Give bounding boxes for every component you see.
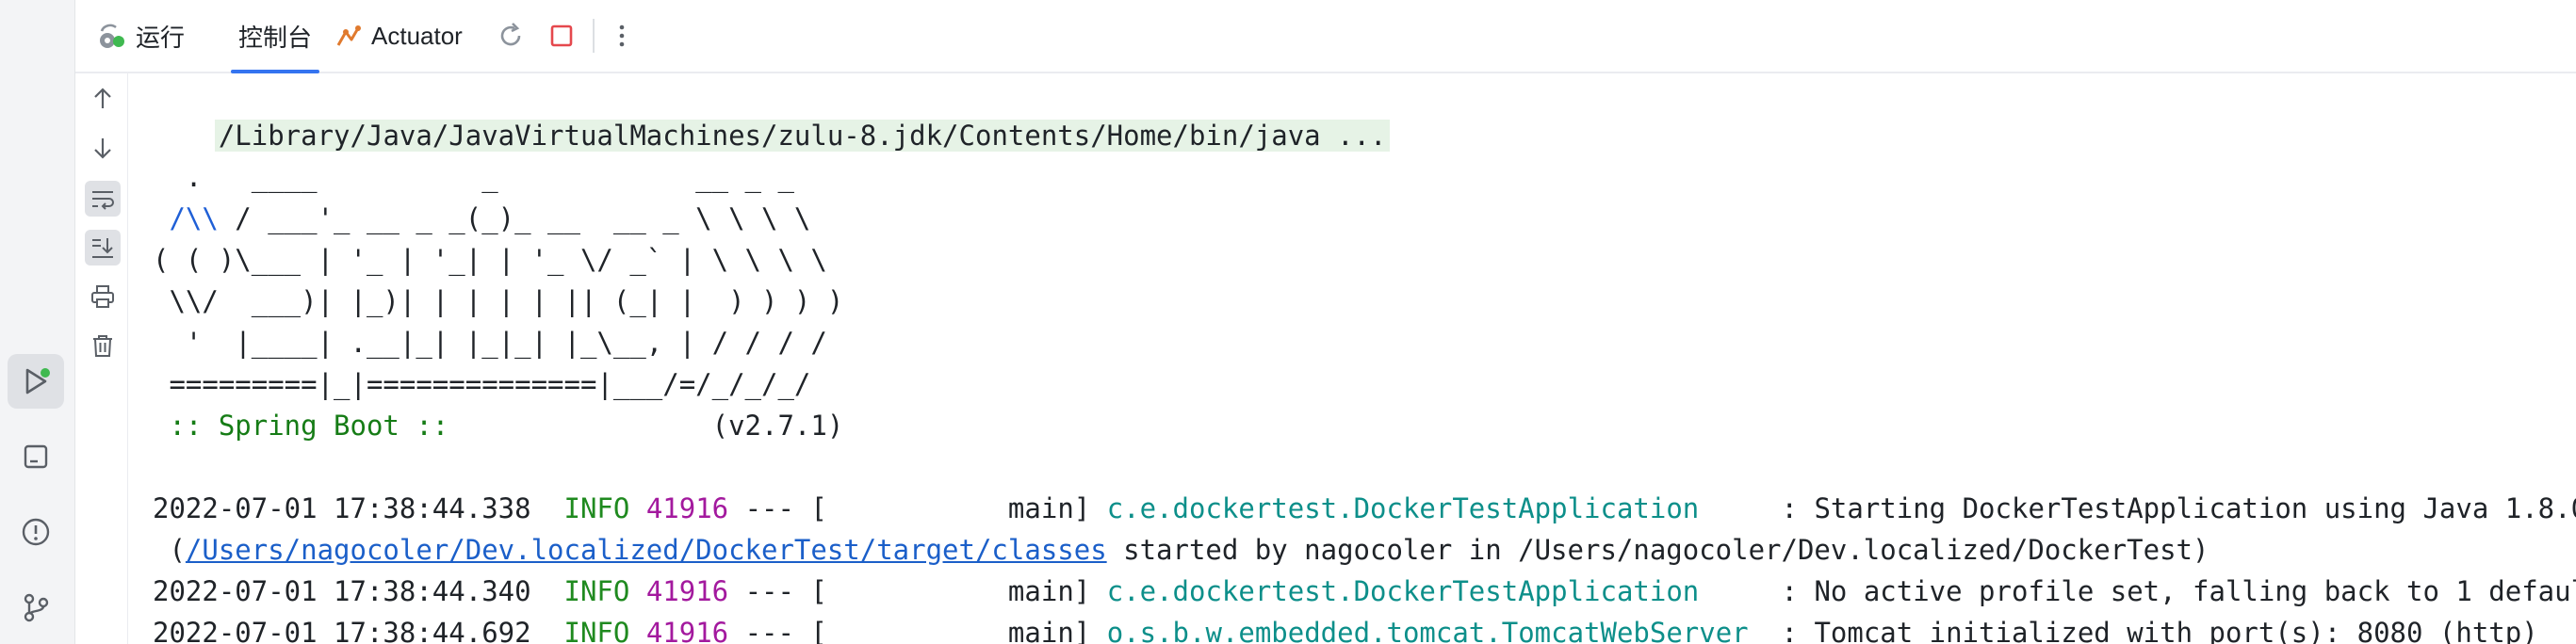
run-icon — [25, 368, 50, 394]
toolbar-divider — [593, 19, 595, 53]
clear-all-button[interactable] — [85, 328, 121, 363]
log-timestamp: 2022-07-01 17:38:44.692 — [153, 617, 531, 644]
rerun-icon — [500, 23, 521, 46]
more-options-button[interactable] — [609, 0, 635, 72]
git-tool-window-button[interactable] — [8, 580, 64, 635]
spring-boot-version: (v2.7.1) — [448, 410, 844, 442]
banner-blue-segment: /\\ — [153, 202, 219, 234]
banner-line: ' |____| .__|_| |_|_| |_\__, | / / / / — [153, 327, 827, 359]
banner-line: =========|_|==============|___/=/_/_/_/ — [153, 368, 811, 400]
tab-console-label: 控制台 — [238, 23, 313, 52]
log-level: INFO — [563, 492, 630, 524]
rerun-button[interactable] — [496, 0, 526, 72]
log-line: 2022-07-01 17:38:44.692 INFO 41916 --- [… — [153, 612, 2538, 644]
scroll-down-button[interactable] — [85, 130, 121, 166]
tab-actuator-label: Actuator — [371, 21, 463, 50]
spring-boot-label: :: Spring Boot :: — [153, 410, 449, 442]
log-pid: 41916 — [645, 575, 729, 607]
log-timestamp: 2022-07-01 17:38:44.338 — [153, 492, 531, 524]
command-line: /Library/Java/JavaVirtualMachines/zulu-8… — [153, 73, 1391, 152]
run-config-icon — [100, 24, 124, 48]
log-pid: 41916 — [645, 617, 729, 644]
print-icon — [91, 285, 114, 308]
log-logger[interactable]: o.s.b.w.embedded.tomcat.TomcatWebServer — [1107, 617, 1749, 644]
problems-tool-window-button[interactable] — [8, 505, 64, 559]
tab-run-label: 运行 — [136, 23, 186, 52]
classes-path-link[interactable]: /Users/nagocoler/Dev.localized/DockerTes… — [186, 534, 1107, 566]
log-continuation-line: (/Users/nagocoler/Dev.localized/DockerTe… — [153, 529, 2209, 571]
soft-wrap-icon — [92, 191, 114, 210]
arrow-up-icon — [94, 88, 111, 108]
log-logger[interactable]: c.e.dockertest.DockerTestApplication — [1107, 575, 1700, 607]
git-branch-icon — [24, 593, 49, 622]
terminal-icon — [24, 444, 48, 469]
log-thread: --- [ main] — [728, 575, 1107, 607]
continuation-open: ( — [153, 534, 186, 566]
tool-window-strip — [0, 0, 75, 644]
banner-line: \\/ ___)| |_)| | | | | || (_| | ) ) ) ) — [153, 285, 844, 317]
stop-icon — [550, 24, 573, 47]
log-message: : No active profile set, falling back to… — [1781, 575, 2576, 607]
log-message: : Starting DockerTestApplication using J… — [1781, 492, 2576, 524]
scroll-up-button[interactable] — [85, 81, 121, 117]
log-timestamp: 2022-07-01 17:38:44.340 — [153, 575, 531, 607]
scroll-to-end-toggle[interactable] — [85, 230, 121, 266]
tab-run[interactable]: 运行 — [96, 0, 185, 72]
log-line: 2022-07-01 17:38:44.338 INFO 41916 --- [… — [153, 488, 2576, 529]
actuator-icon — [336, 25, 361, 46]
log-logger[interactable]: c.e.dockertest.DockerTestApplication — [1107, 492, 1700, 524]
log-line: 2022-07-01 17:38:44.340 INFO 41916 --- [… — [153, 571, 2576, 612]
console-toolbar — [75, 73, 128, 644]
log-level: INFO — [563, 617, 630, 644]
tab-console[interactable]: 控制台 — [231, 0, 320, 73]
spring-boot-version-line: :: Spring Boot :: (v2.7.1) — [153, 405, 843, 446]
java-command[interactable]: /Library/Java/JavaVirtualMachines/zulu-8… — [214, 120, 1391, 152]
log-pid: 41916 — [645, 492, 729, 524]
problems-icon — [22, 518, 50, 546]
terminal-tool-window-button[interactable] — [8, 429, 64, 484]
more-vertical-icon — [619, 24, 625, 47]
scroll-to-end-icon — [92, 238, 113, 258]
run-tool-window-button[interactable] — [8, 354, 64, 409]
banner-line: ( ( )\___ | '_ | '_| | '_ \/ _` | \ \ \ … — [153, 244, 827, 276]
log-thread: --- [ main] — [728, 492, 1107, 524]
banner-line-rest: / ___'_ __ _ _(_)_ __ __ _ \ \ \ \ — [218, 202, 811, 234]
stop-button[interactable] — [546, 0, 577, 72]
tab-actuator[interactable]: Actuator — [334, 0, 463, 72]
banner-line: /\\ / ___'_ __ _ _(_)_ __ __ _ \ \ \ \ — [153, 198, 810, 239]
log-level: INFO — [563, 575, 630, 607]
continuation-rest: started by nagocoler in /Users/nagocoler… — [1106, 534, 2209, 566]
run-tool-window-header: 运行 控制台 Actuator — [75, 0, 2576, 73]
soft-wrap-toggle[interactable] — [85, 181, 121, 217]
print-button[interactable] — [85, 279, 121, 314]
arrow-down-icon — [94, 138, 111, 159]
banner-line: . ____ _ __ _ _ — [153, 161, 794, 193]
log-thread: --- [ main] — [728, 617, 1107, 644]
trash-icon — [93, 335, 112, 357]
log-message: : Tomcat initialized with port(s): 8080 … — [1748, 617, 2538, 644]
console-output[interactable]: /Library/Java/JavaVirtualMachines/zulu-8… — [128, 73, 2576, 644]
